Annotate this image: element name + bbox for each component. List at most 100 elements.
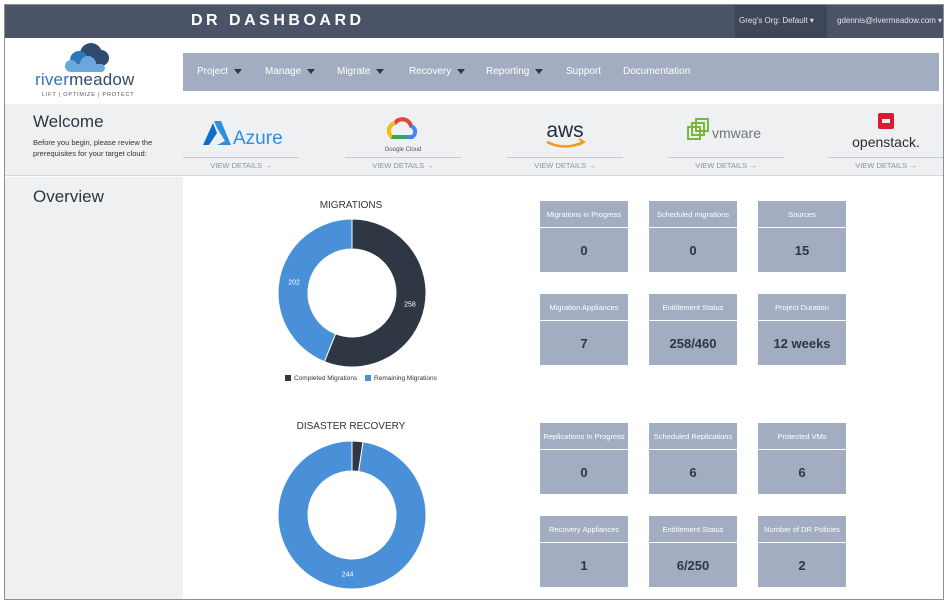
nav-migrate[interactable]: Migrate bbox=[337, 66, 385, 77]
stat-value: 7 bbox=[580, 336, 588, 351]
stat-tile-protected-vms[interactable]: Protected VMs 6 bbox=[758, 423, 846, 494]
cloud-name: aws bbox=[546, 119, 583, 142]
stat-label: Replications In Progress bbox=[540, 423, 628, 450]
cloud-card-google[interactable]: Google Cloud VIEW DETAILS → bbox=[345, 111, 461, 170]
app-window: DR DASHBOARD Greg's Org: Default ▾ gdenn… bbox=[4, 4, 944, 600]
nav-reporting[interactable]: Reporting bbox=[486, 66, 544, 77]
brand-tagline: LIFT | OPTIMIZE | PROTECT bbox=[42, 92, 135, 98]
stat-value: 0 bbox=[580, 465, 588, 480]
stat-value: 6/250 bbox=[676, 558, 710, 573]
legend-swatch-remaining bbox=[365, 375, 372, 382]
cloud-card-azure[interactable]: Azure VIEW DETAILS → bbox=[183, 111, 299, 170]
cloud-name: openstack. bbox=[852, 134, 920, 150]
cloud-logo-icon bbox=[65, 43, 109, 72]
legend-label-remaining: Remaining Migrations bbox=[374, 375, 437, 382]
migrations-legend: Completed Migrations Remaining Migration… bbox=[279, 375, 437, 382]
welcome-text: Before you begin, please review the prer… bbox=[33, 138, 153, 158]
stat-value: 15 bbox=[794, 243, 810, 258]
nav-support[interactable]: Support bbox=[566, 66, 601, 77]
user-menu[interactable]: gdennis@rivermeadow.com ▾ bbox=[837, 16, 942, 25]
donut-slice-remaining[interactable] bbox=[277, 440, 427, 590]
google-cloud-icon: Google Cloud bbox=[385, 117, 422, 153]
stat-tile-migration-appliances[interactable]: Migration Appliances 7 bbox=[540, 294, 628, 365]
stat-tile-replications-in-progress[interactable]: Replications In Progress 0 bbox=[540, 423, 628, 494]
azure-icon: Azure bbox=[203, 121, 283, 149]
view-details-link[interactable]: VIEW DETAILS → bbox=[668, 157, 784, 170]
stat-value: 2 bbox=[798, 558, 806, 573]
header: rivermeadow LIFT | OPTIMIZE | PROTECT Pr… bbox=[5, 38, 943, 104]
nav-label: Migrate bbox=[337, 66, 371, 77]
aws-icon: aws bbox=[546, 119, 586, 148]
donut-data-label: 244 bbox=[342, 571, 354, 578]
cloud-name: Azure bbox=[233, 128, 283, 149]
stat-label: Protected VMs bbox=[758, 423, 846, 450]
stat-label: Migrations in Progress bbox=[540, 201, 628, 228]
nav-manage[interactable]: Manage bbox=[265, 66, 316, 77]
brand-part-river: river bbox=[35, 70, 70, 89]
stat-value: 12 weeks bbox=[773, 336, 831, 351]
vmware-logo: vmware bbox=[668, 111, 784, 153]
azure-logo: Azure bbox=[183, 111, 299, 153]
stat-tile-recovery-appliances[interactable]: Recovery Appliances 1 bbox=[540, 516, 628, 587]
nav-label: Recovery bbox=[409, 66, 452, 77]
nav-label: Project bbox=[197, 66, 229, 77]
stat-tile-entitlement-status[interactable]: Entitlement Status 258/460 bbox=[649, 294, 737, 365]
stat-label: Number of DR Policies bbox=[758, 516, 846, 543]
view-details-link[interactable]: VIEW DETAILS → bbox=[828, 157, 943, 170]
cloud-name: Google Cloud bbox=[385, 147, 422, 153]
stat-tile-number-of-dr-policies[interactable]: Number of DR Policies 2 bbox=[758, 516, 846, 587]
cloud-card-openstack[interactable]: openstack. VIEW DETAILS → bbox=[828, 111, 943, 170]
brand-name: rivermeadow bbox=[35, 70, 135, 90]
stat-value: 6 bbox=[689, 465, 697, 480]
nav-recovery[interactable]: Recovery bbox=[409, 66, 466, 77]
stat-value: 1 bbox=[580, 558, 588, 573]
nav-project[interactable]: Project bbox=[197, 66, 243, 77]
stat-tile-entitlement-status[interactable]: Entitlement Status 6/250 bbox=[649, 516, 737, 587]
stat-value: 0 bbox=[689, 243, 697, 258]
overview-main: MIGRATIONS 258 202 Completed Migrations R… bbox=[183, 177, 943, 599]
top-bar: DR DASHBOARD Greg's Org: Default ▾ gdenn… bbox=[5, 5, 943, 38]
openstack-icon: openstack. bbox=[852, 113, 920, 150]
stat-label: Entitlement Status bbox=[649, 516, 737, 543]
stat-label: Recovery Appliances bbox=[540, 516, 628, 543]
cloud-name: vmware bbox=[712, 125, 761, 141]
openstack-logo: openstack. bbox=[828, 111, 943, 153]
migrations-chart-title: MIGRATIONS bbox=[319, 200, 383, 211]
view-details-link[interactable]: VIEW DETAILS → bbox=[345, 157, 461, 170]
stat-label: Scheduled Replications bbox=[649, 423, 737, 450]
brand-part-meadow: meadow bbox=[69, 70, 135, 89]
stat-label: Entitlement Status bbox=[649, 294, 737, 321]
cloud-card-vmware[interactable]: vmware VIEW DETAILS → bbox=[668, 111, 784, 170]
stat-tile-project-duration[interactable]: Project Duration 12 weeks bbox=[758, 294, 846, 365]
legend-label-completed: Completed Migrations bbox=[294, 375, 358, 382]
nav-label: Reporting bbox=[486, 66, 530, 77]
stat-tile-migrations-in-progress[interactable]: Migrations in Progress 0 bbox=[540, 201, 628, 272]
org-selector[interactable]: Greg's Org: Default ▾ bbox=[739, 16, 814, 25]
stat-tile-scheduled-migrations[interactable]: Scheduled migrations 0 bbox=[649, 201, 737, 272]
stat-value: 0 bbox=[580, 243, 588, 258]
stat-value: 6 bbox=[798, 465, 806, 480]
stat-label: Project Duration bbox=[758, 294, 846, 321]
view-details-link[interactable]: VIEW DETAILS → bbox=[183, 157, 299, 170]
aws-logo: aws bbox=[507, 111, 623, 153]
stat-label: Migration Appliances bbox=[540, 294, 628, 321]
cloud-card-aws[interactable]: aws VIEW DETAILS → bbox=[507, 111, 623, 170]
rivermeadow-logo[interactable]: rivermeadow LIFT | OPTIMIZE | PROTECT bbox=[33, 40, 137, 102]
donut-data-label: 202 bbox=[288, 279, 300, 286]
view-details-link[interactable]: VIEW DETAILS → bbox=[507, 157, 623, 170]
app-title: DR DASHBOARD bbox=[191, 12, 365, 29]
stat-label: Scheduled migrations bbox=[649, 201, 737, 228]
stat-tile-scheduled-replications[interactable]: Scheduled Replications 6 bbox=[649, 423, 737, 494]
caret-down-icon bbox=[234, 68, 243, 74]
overview-sidebar: Overview bbox=[5, 177, 183, 599]
caret-down-icon bbox=[535, 68, 544, 74]
legend-swatch-completed bbox=[285, 375, 291, 382]
google-cloud-logo: Google Cloud bbox=[345, 111, 461, 153]
nav-label: Manage bbox=[265, 66, 302, 77]
donut-data-label: 258 bbox=[404, 302, 416, 309]
stat-label: Sources bbox=[758, 201, 846, 228]
migrations-donut-chart: 258 202 bbox=[277, 218, 427, 368]
stat-tile-sources[interactable]: Sources 15 bbox=[758, 201, 846, 272]
nav-documentation[interactable]: Documentation bbox=[623, 66, 690, 77]
dr-chart-title: DISASTER RECOVERY bbox=[296, 421, 406, 432]
